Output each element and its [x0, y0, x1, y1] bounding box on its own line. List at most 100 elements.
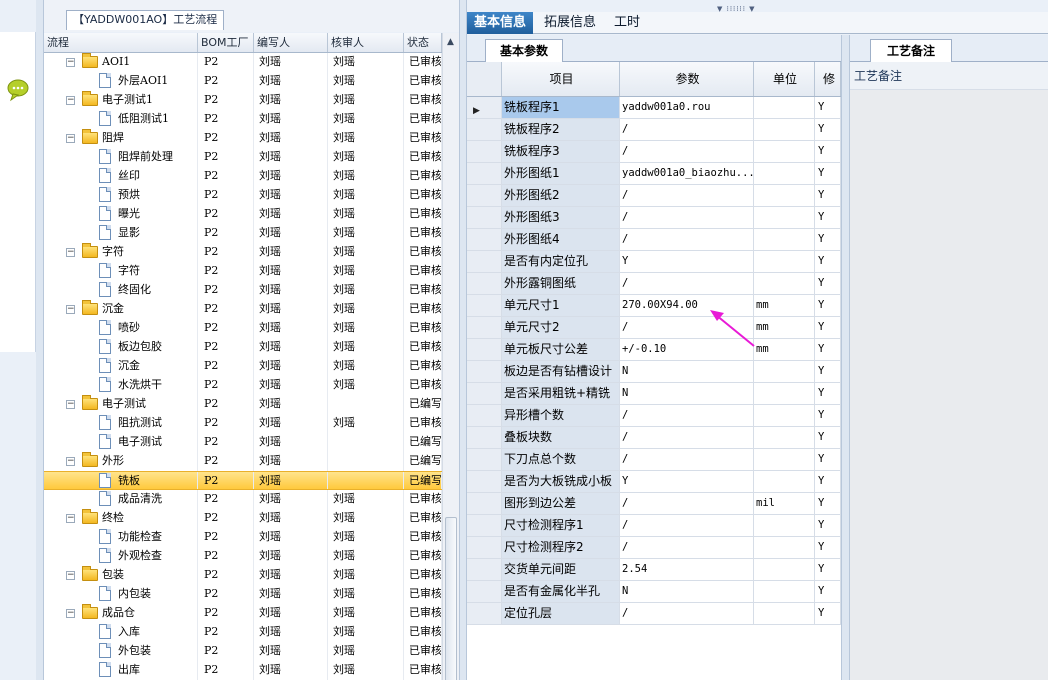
- param-value-cell[interactable]: /: [620, 537, 754, 558]
- tree-node[interactable]: 喷砂: [44, 319, 198, 338]
- tree-node[interactable]: − 字符: [44, 243, 198, 262]
- tree-node[interactable]: 出库: [44, 661, 198, 680]
- remarks-area[interactable]: [850, 90, 1048, 680]
- param-row[interactable]: 外形图纸4/ Y: [467, 229, 841, 251]
- tree-node[interactable]: − 沉金: [44, 300, 198, 319]
- param-flag-cell[interactable]: Y: [815, 515, 841, 536]
- param-flag-cell[interactable]: Y: [815, 163, 841, 184]
- param-flag-cell[interactable]: Y: [815, 383, 841, 404]
- tree-row[interactable]: 铣板 P2 刘瑶 已编写: [44, 471, 442, 490]
- param-unit-cell[interactable]: [754, 163, 815, 184]
- tree-node[interactable]: 显影: [44, 224, 198, 243]
- tree-node[interactable]: 外观检查: [44, 547, 198, 566]
- param-value-cell[interactable]: /: [620, 449, 754, 470]
- param-flag-cell[interactable]: Y: [815, 141, 841, 162]
- param-unit-cell[interactable]: [754, 185, 815, 206]
- tree-node[interactable]: 水洗烘干: [44, 376, 198, 395]
- col-header-writer[interactable]: 编写人: [254, 33, 328, 52]
- tree-node[interactable]: 低阻测试1: [44, 110, 198, 129]
- tree-node[interactable]: − 包装: [44, 566, 198, 585]
- col-header-unit[interactable]: 单位: [754, 62, 815, 96]
- param-row[interactable]: 尺寸检测程序2/ Y: [467, 537, 841, 559]
- param-unit-cell[interactable]: [754, 361, 815, 382]
- tree-node[interactable]: 字符: [44, 262, 198, 281]
- param-flag-cell[interactable]: Y: [815, 317, 841, 338]
- param-unit-cell[interactable]: [754, 581, 815, 602]
- param-value-cell[interactable]: /: [620, 229, 754, 250]
- param-flag-cell[interactable]: Y: [815, 185, 841, 206]
- col-header-bom[interactable]: BOM工厂: [198, 33, 254, 52]
- row-indicator[interactable]: [467, 515, 502, 536]
- param-flag-cell[interactable]: Y: [815, 207, 841, 228]
- col-header-item[interactable]: 项目: [502, 62, 620, 96]
- tree-row[interactable]: 外观检查 P2 刘瑶 刘瑶 已审核: [44, 547, 442, 566]
- param-flag-cell[interactable]: Y: [815, 493, 841, 514]
- tree-row[interactable]: 喷砂 P2 刘瑶 刘瑶 已审核: [44, 319, 442, 338]
- param-row[interactable]: 铣板程序2/ Y: [467, 119, 841, 141]
- tree-row[interactable]: − 电子测试 P2 刘瑶 已编写: [44, 395, 442, 414]
- tree-row[interactable]: 水洗烘干 P2 刘瑶 刘瑶 已审核: [44, 376, 442, 395]
- tree-node[interactable]: 丝印: [44, 167, 198, 186]
- tree-row[interactable]: 丝印 P2 刘瑶 刘瑶 已审核: [44, 167, 442, 186]
- row-indicator[interactable]: [467, 471, 502, 492]
- tree-row[interactable]: − 电子测试1 P2 刘瑶 刘瑶 已审核: [44, 91, 442, 110]
- param-value-cell[interactable]: /: [620, 405, 754, 426]
- param-row[interactable]: 是否为大板铣成小板 Y Y: [467, 471, 841, 493]
- param-row[interactable]: 尺寸检测程序1/ Y: [467, 515, 841, 537]
- param-unit-cell[interactable]: [754, 97, 815, 118]
- param-unit-cell[interactable]: [754, 251, 815, 272]
- row-indicator[interactable]: [467, 361, 502, 382]
- param-row[interactable]: ▶ 铣板程序1 yaddw001a0.rou Y: [467, 97, 841, 119]
- collapse-toggle-icon[interactable]: −: [66, 571, 75, 580]
- collapse-toggle-icon[interactable]: −: [66, 609, 75, 618]
- param-flag-cell[interactable]: Y: [815, 427, 841, 448]
- param-flag-cell[interactable]: Y: [815, 581, 841, 602]
- tree-row[interactable]: − 成品仓 P2 刘瑶 刘瑶 已审核: [44, 604, 442, 623]
- col-header-modify[interactable]: 修: [815, 62, 841, 96]
- param-flag-cell[interactable]: Y: [815, 251, 841, 272]
- tree-row[interactable]: 阻焊前处理 P2 刘瑶 刘瑶 已审核: [44, 148, 442, 167]
- collapse-toggle-icon[interactable]: −: [66, 96, 75, 105]
- right-splitter[interactable]: [841, 35, 850, 680]
- tree-node[interactable]: − 阻焊: [44, 129, 198, 148]
- tab-extended-info[interactable]: 拓展信息: [537, 12, 603, 34]
- chat-bubble-icon[interactable]: [6, 78, 30, 102]
- param-row[interactable]: 是否有内定位孔 Y Y: [467, 251, 841, 273]
- param-row[interactable]: 异形槽个数 / Y: [467, 405, 841, 427]
- param-unit-cell[interactable]: [754, 515, 815, 536]
- param-unit-cell[interactable]: [754, 383, 815, 404]
- tree-node[interactable]: − 电子测试: [44, 395, 198, 414]
- tree-node[interactable]: 阻焊前处理: [44, 148, 198, 167]
- param-row[interactable]: 外形露铜图纸 / Y: [467, 273, 841, 295]
- param-value-cell[interactable]: N: [620, 581, 754, 602]
- tree-row[interactable]: − 外形 P2 刘瑶 已编写: [44, 452, 442, 471]
- tab-work-hours[interactable]: 工时: [607, 12, 647, 34]
- tree-row[interactable]: − 包装 P2 刘瑶 刘瑶 已审核: [44, 566, 442, 585]
- row-indicator[interactable]: [467, 383, 502, 404]
- row-indicator[interactable]: [467, 207, 502, 228]
- tree-node[interactable]: − 成品仓: [44, 604, 198, 623]
- param-value-cell[interactable]: N: [620, 383, 754, 404]
- param-value-cell[interactable]: Y: [620, 471, 754, 492]
- tree-row[interactable]: 入库 P2 刘瑶 刘瑶 已审核: [44, 623, 442, 642]
- tree-node[interactable]: 阻抗测试: [44, 414, 198, 433]
- param-unit-cell[interactable]: [754, 119, 815, 140]
- param-row[interactable]: 外形图纸3/ Y: [467, 207, 841, 229]
- tree-row[interactable]: 外层AOI1 P2 刘瑶 刘瑶 已审核: [44, 72, 442, 91]
- tree-row[interactable]: 内包装 P2 刘瑶 刘瑶 已审核: [44, 585, 442, 604]
- param-value-cell[interactable]: /: [620, 185, 754, 206]
- collapse-toggle-icon[interactable]: −: [66, 134, 75, 143]
- tree-row[interactable]: 曝光 P2 刘瑶 刘瑶 已审核: [44, 205, 442, 224]
- tab-basic-info[interactable]: 基本信息: [467, 12, 534, 34]
- tree-node[interactable]: − 终检: [44, 509, 198, 528]
- row-indicator[interactable]: [467, 295, 502, 316]
- row-indicator[interactable]: [467, 251, 502, 272]
- row-indicator[interactable]: [467, 317, 502, 338]
- param-row[interactable]: 外形图纸1 yaddw001a0_biaozhu... Y: [467, 163, 841, 185]
- row-indicator[interactable]: [467, 273, 502, 294]
- row-indicator[interactable]: [467, 405, 502, 426]
- tree-row[interactable]: 低阻测试1 P2 刘瑶 刘瑶 已审核: [44, 110, 442, 129]
- param-value-cell[interactable]: 2.54: [620, 559, 754, 580]
- tree-node[interactable]: 曝光: [44, 205, 198, 224]
- param-row[interactable]: 板边是否有钻槽设计 N Y: [467, 361, 841, 383]
